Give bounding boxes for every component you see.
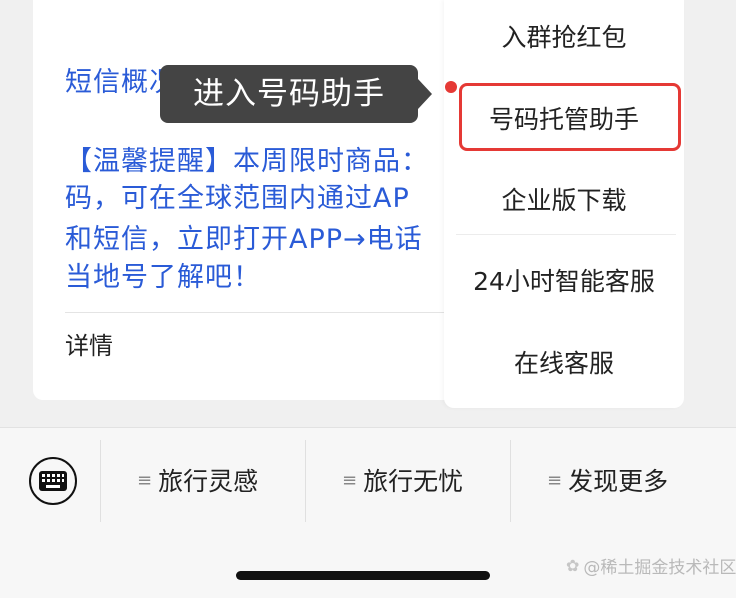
tab-travel-worry-free[interactable]: ≡ 旅行无忧 [342, 462, 463, 498]
watermark-text: @稀土掘金技术社区 [583, 558, 736, 578]
menu-item-enterprise-download[interactable]: 企业版下载 [444, 181, 684, 217]
menu-item-online-service[interactable]: 在线客服 [444, 344, 684, 380]
menu-lines-icon: ≡ [547, 469, 563, 491]
home-indicator[interactable] [236, 571, 490, 580]
message-tip-line-3[interactable]: 和短信，立即打开APP→电话 [65, 217, 423, 256]
detail-link[interactable]: 详情 [65, 326, 113, 361]
message-number-line: 本机号码：18015370813374 [65, 0, 460, 16]
highlight-box [459, 83, 681, 151]
tab-label: 旅行灵感 [158, 467, 259, 496]
tab-travel-inspiration[interactable]: ≡ 旅行灵感 [137, 462, 258, 498]
keyboard-icon[interactable] [29, 457, 77, 505]
tooltip-arrow [418, 79, 432, 109]
tab-label: 旅行无忧 [363, 467, 464, 496]
menu-divider [456, 234, 676, 235]
tab-discover-more[interactable]: ≡ 发现更多 [547, 462, 668, 498]
menu-lines-icon: ≡ [137, 469, 153, 491]
message-tip-line-4[interactable]: 当地号了解吧！ [65, 255, 261, 294]
keyboard-icon-glyph [39, 471, 67, 491]
wechat-icon: ✿ [566, 556, 580, 575]
menu-item-red-packet[interactable]: 入群抢红包 [444, 18, 684, 54]
tab-label: 发现更多 [568, 467, 669, 496]
message-tip-line-2[interactable]: 码，可在全球范围内通过AP [65, 176, 410, 215]
highlight-dot [445, 81, 457, 93]
watermark: ✿ @稀土掘金技术社区 [566, 553, 736, 578]
tab-divider [510, 440, 511, 522]
menu-item-24h-service[interactable]: 24小时智能客服 [444, 262, 684, 298]
popup-menu: 入群抢红包 号码托管助手 企业版下载 24小时智能客服 在线客服 [444, 0, 684, 408]
menu-lines-icon: ≡ [342, 469, 358, 491]
tooltip: 进入号码助手 [160, 65, 418, 123]
tab-divider [100, 440, 101, 522]
card-divider [65, 312, 485, 313]
message-tip-line-1[interactable]: 【温馨提醒】本周限时商品： [65, 139, 429, 178]
tab-divider [305, 440, 306, 522]
